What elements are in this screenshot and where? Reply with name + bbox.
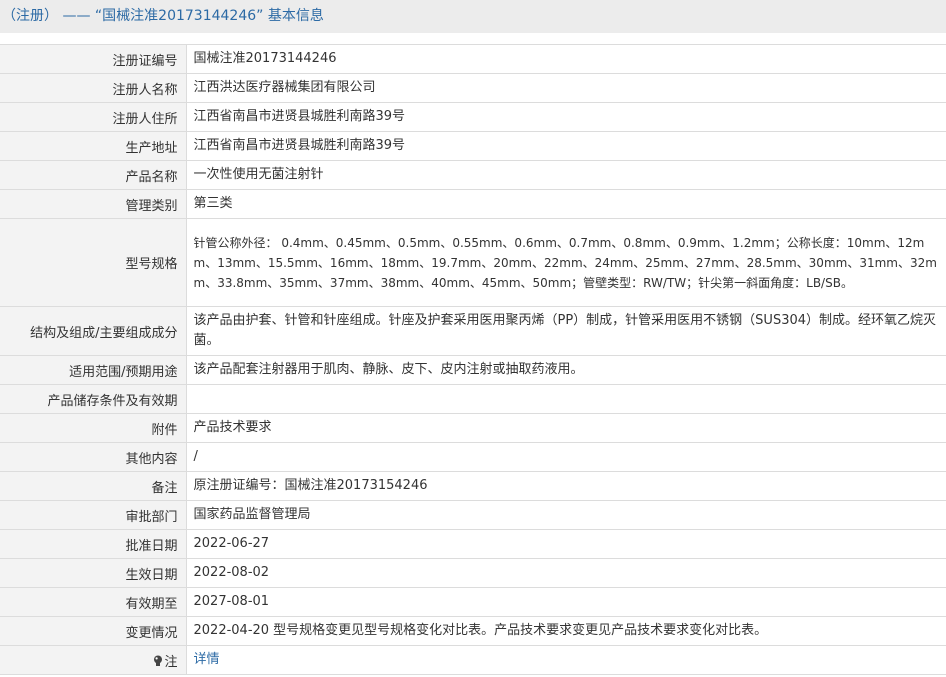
- table-row: 注册人名称 江西洪达医疗器械集团有限公司: [0, 73, 946, 103]
- row-value: 国家药品监督管理局: [186, 500, 946, 530]
- table-row: 适用范围/预期用途 该产品配套注射器用于肌肉、静脉、皮下、皮内注射或抽取药液用。: [0, 355, 946, 385]
- table-row: 产品储存条件及有效期: [0, 384, 946, 414]
- row-value: 一次性使用无菌注射针: [186, 160, 946, 190]
- table-row: 有效期至 2027-08-01: [0, 587, 946, 617]
- page-header: （注册） —— “国械注准20173144246” 基本信息: [0, 0, 946, 33]
- row-label: 附件: [0, 413, 187, 443]
- row-value: 产品技术要求: [186, 413, 946, 443]
- row-label: 备注: [0, 471, 187, 501]
- row-label: 适用范围/预期用途: [0, 355, 187, 385]
- row-label: 管理类别: [0, 189, 187, 219]
- table-row: 管理类别 第三类: [0, 189, 946, 219]
- table-row: 注册证编号 国械注准20173144246: [0, 44, 946, 74]
- row-label: 其他内容: [0, 442, 187, 472]
- row-label: 生产地址: [0, 131, 187, 161]
- row-label: 有效期至: [0, 587, 187, 617]
- note-label-cell: 注: [0, 645, 187, 675]
- table-row: 结构及组成/主要组成成分 该产品由护套、针管和针座组成。针座及护套采用医用聚丙烯…: [0, 306, 946, 356]
- row-label: 变更情况: [0, 616, 187, 646]
- row-value: 江西洪达医疗器械集团有限公司: [186, 73, 946, 103]
- row-value: 国械注准20173144246: [186, 44, 946, 74]
- row-value: 江西省南昌市进贤县城胜利南路39号: [186, 102, 946, 132]
- row-value: 江西省南昌市进贤县城胜利南路39号: [186, 131, 946, 161]
- table-row: 生产地址 江西省南昌市进贤县城胜利南路39号: [0, 131, 946, 161]
- row-value: /: [186, 442, 946, 472]
- row-label: 产品名称: [0, 160, 187, 190]
- table-row-note: 注 详情: [0, 645, 946, 675]
- row-label: 结构及组成/主要组成成分: [0, 306, 187, 356]
- table-row: 备注 原注册证编号：国械注准20173154246: [0, 471, 946, 501]
- row-label: 注册人住所: [0, 102, 187, 132]
- note-value-cell: 详情: [186, 645, 946, 675]
- header-dash: ——: [62, 8, 91, 24]
- row-label: 产品储存条件及有效期: [0, 384, 187, 414]
- table-row: 审批部门 国家药品监督管理局: [0, 500, 946, 530]
- table-row: 变更情况 2022-04-20 型号规格变更见型号规格变化对比表。产品技术要求变…: [0, 616, 946, 646]
- row-label: 生效日期: [0, 558, 187, 588]
- note-label: 注: [164, 654, 178, 670]
- row-value: 2022-06-27: [186, 529, 946, 559]
- row-label: 批准日期: [0, 529, 187, 559]
- lightbulb-icon: [154, 655, 163, 666]
- table-row: 批准日期 2022-06-27: [0, 529, 946, 559]
- table-row: 型号规格 针管公称外径： 0.4mm、0.45mm、0.5mm、0.55mm、0…: [0, 218, 946, 307]
- details-link[interactable]: 详情: [194, 652, 220, 667]
- row-value: 原注册证编号：国械注准20173154246: [186, 471, 946, 501]
- page-title-suffix: 基本信息: [267, 8, 324, 24]
- row-value: 2022-08-02: [186, 558, 946, 588]
- row-value: 第三类: [186, 189, 946, 219]
- registration-info-table: 注册证编号 国械注准20173144246 注册人名称 江西洪达医疗器械集团有限…: [0, 44, 946, 675]
- row-value: 该产品配套注射器用于肌肉、静脉、皮下、皮内注射或抽取药液用。: [186, 355, 946, 385]
- row-value: 2027-08-01: [186, 587, 946, 617]
- row-label: 注册证编号: [0, 44, 187, 74]
- table-row: 注册人住所 江西省南昌市进贤县城胜利南路39号: [0, 102, 946, 132]
- row-value: 2022-04-20 型号规格变更见型号规格变化对比表。产品技术要求变更见产品技…: [186, 616, 946, 646]
- row-value: [186, 384, 946, 414]
- table-row: 产品名称 一次性使用无菌注射针: [0, 160, 946, 190]
- row-label: 注册人名称: [0, 73, 187, 103]
- header-open-paren: （注册）: [2, 8, 58, 24]
- row-label: 审批部门: [0, 500, 187, 530]
- table-row: 其他内容 /: [0, 442, 946, 472]
- table-row: 生效日期 2022-08-02: [0, 558, 946, 588]
- table-row: 附件 产品技术要求: [0, 413, 946, 443]
- row-value: 该产品由护套、针管和针座组成。针座及护套采用医用聚丙烯（PP）制成，针管采用医用…: [186, 306, 946, 356]
- row-value: 针管公称外径： 0.4mm、0.45mm、0.5mm、0.55mm、0.6mm、…: [186, 218, 946, 307]
- page-title: “国械注准20173144246”: [94, 8, 264, 24]
- row-label: 型号规格: [0, 218, 187, 307]
